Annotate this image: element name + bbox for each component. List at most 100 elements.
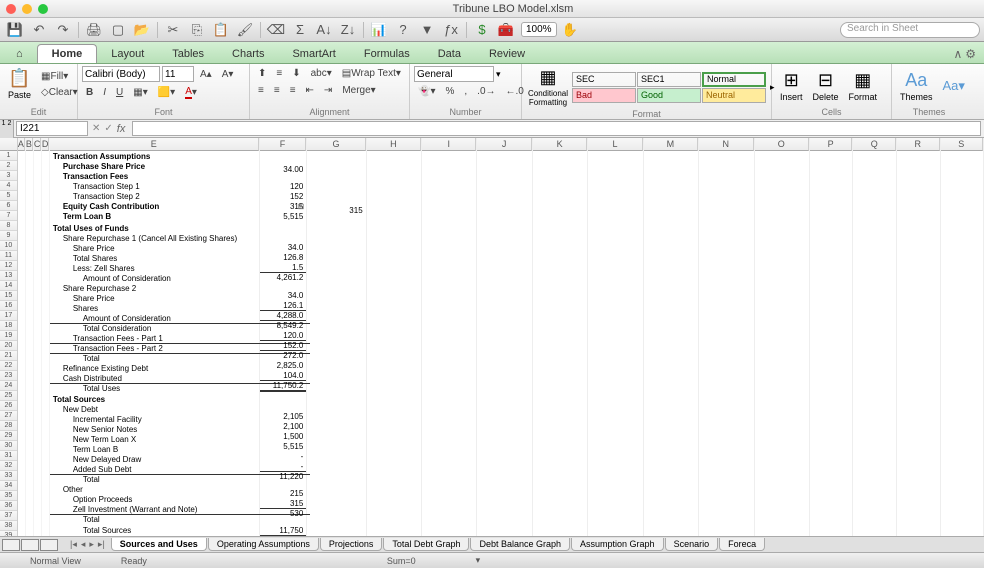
cell[interactable] xyxy=(533,243,587,252)
cell[interactable] xyxy=(422,344,476,353)
cell[interactable] xyxy=(18,169,25,178)
cell[interactable] xyxy=(367,426,421,435)
cell[interactable] xyxy=(367,380,421,389)
cell[interactable] xyxy=(367,316,421,325)
cell[interactable] xyxy=(18,362,25,371)
cell[interactable] xyxy=(810,298,853,307)
cell[interactable] xyxy=(644,472,698,481)
help-icon[interactable]: ? xyxy=(392,21,414,39)
cell[interactable] xyxy=(422,500,476,509)
cell[interactable]: 11,750.2 xyxy=(260,381,306,391)
cell[interactable] xyxy=(367,307,421,316)
cell[interactable] xyxy=(941,399,984,408)
cell[interactable] xyxy=(34,224,41,233)
cell[interactable] xyxy=(755,160,809,169)
cell[interactable] xyxy=(26,426,33,435)
cell[interactable] xyxy=(755,151,809,160)
cell[interactable] xyxy=(941,380,984,389)
format-painter-icon[interactable]: 🖌 xyxy=(234,21,256,39)
cell[interactable] xyxy=(644,490,698,499)
cell[interactable] xyxy=(588,334,642,343)
cell[interactable] xyxy=(26,380,33,389)
cell[interactable]: 152 xyxy=(260,192,306,202)
cell[interactable] xyxy=(644,151,698,160)
cell[interactable] xyxy=(941,151,984,160)
cell[interactable] xyxy=(755,169,809,178)
cell[interactable] xyxy=(42,389,49,398)
cell[interactable] xyxy=(367,224,421,233)
cell[interactable] xyxy=(699,160,753,169)
cell[interactable] xyxy=(897,481,940,490)
cell[interactable] xyxy=(422,169,476,178)
cell[interactable] xyxy=(26,188,33,197)
cell[interactable] xyxy=(477,435,531,444)
cell[interactable] xyxy=(26,371,33,380)
row-header[interactable]: 25 xyxy=(0,391,17,401)
col-header[interactable]: L xyxy=(588,138,642,151)
cell[interactable] xyxy=(18,234,25,243)
page-break-view-icon[interactable] xyxy=(40,539,58,551)
cell[interactable] xyxy=(941,353,984,362)
cell[interactable] xyxy=(755,463,809,472)
cell[interactable] xyxy=(42,169,49,178)
undo-icon[interactable]: ↶ xyxy=(28,21,50,39)
cell[interactable] xyxy=(853,490,896,499)
cell[interactable] xyxy=(42,261,49,270)
cell[interactable] xyxy=(941,307,984,316)
cell[interactable] xyxy=(477,179,531,188)
cell[interactable] xyxy=(18,481,25,490)
cell[interactable] xyxy=(533,224,587,233)
cell[interactable] xyxy=(699,261,753,270)
cell[interactable] xyxy=(941,279,984,288)
cell[interactable] xyxy=(34,188,41,197)
cell[interactable] xyxy=(941,518,984,527)
cell[interactable] xyxy=(307,472,365,481)
cell[interactable] xyxy=(588,169,642,178)
format-cells-button[interactable]: ▦Format xyxy=(845,68,882,104)
cell[interactable] xyxy=(477,188,531,197)
cell[interactable] xyxy=(755,234,809,243)
row-header[interactable]: 3 xyxy=(0,171,17,181)
cell[interactable] xyxy=(897,316,940,325)
cell[interactable] xyxy=(533,298,587,307)
cell[interactable] xyxy=(941,445,984,454)
cell[interactable] xyxy=(422,325,476,334)
cell[interactable] xyxy=(588,325,642,334)
cell[interactable] xyxy=(699,353,753,362)
cell[interactable] xyxy=(755,435,809,444)
cell[interactable] xyxy=(533,151,587,160)
cell[interactable] xyxy=(941,169,984,178)
cell[interactable] xyxy=(644,417,698,426)
row-header[interactable]: 39 xyxy=(0,531,17,536)
cell[interactable] xyxy=(853,389,896,398)
cell[interactable] xyxy=(588,389,642,398)
col-header[interactable]: D xyxy=(42,138,49,151)
chart-icon[interactable]: 📊 xyxy=(368,21,390,39)
cell[interactable]: 4,288.0 xyxy=(260,311,306,321)
cell[interactable] xyxy=(367,463,421,472)
cell[interactable] xyxy=(853,445,896,454)
cell[interactable] xyxy=(260,222,306,229)
indent-dec-icon[interactable]: ⇤ xyxy=(302,83,318,98)
cell[interactable] xyxy=(533,389,587,398)
cell[interactable] xyxy=(34,463,41,472)
cell[interactable] xyxy=(644,399,698,408)
cell[interactable] xyxy=(422,527,476,536)
row-header[interactable]: 2 xyxy=(0,161,17,171)
cell[interactable] xyxy=(644,234,698,243)
cell[interactable] xyxy=(307,463,365,472)
cell[interactable]: 5,515 xyxy=(260,212,306,222)
cell[interactable] xyxy=(18,325,25,334)
cell[interactable] xyxy=(18,270,25,279)
cell[interactable] xyxy=(755,399,809,408)
cell[interactable] xyxy=(477,279,531,288)
cell[interactable] xyxy=(422,224,476,233)
cell[interactable] xyxy=(367,334,421,343)
cell[interactable] xyxy=(810,509,853,518)
cell[interactable] xyxy=(477,215,531,224)
cell[interactable] xyxy=(422,435,476,444)
cell[interactable] xyxy=(34,527,41,536)
tab-layout[interactable]: Layout xyxy=(97,45,158,63)
cell[interactable] xyxy=(853,454,896,463)
cell[interactable] xyxy=(588,380,642,389)
